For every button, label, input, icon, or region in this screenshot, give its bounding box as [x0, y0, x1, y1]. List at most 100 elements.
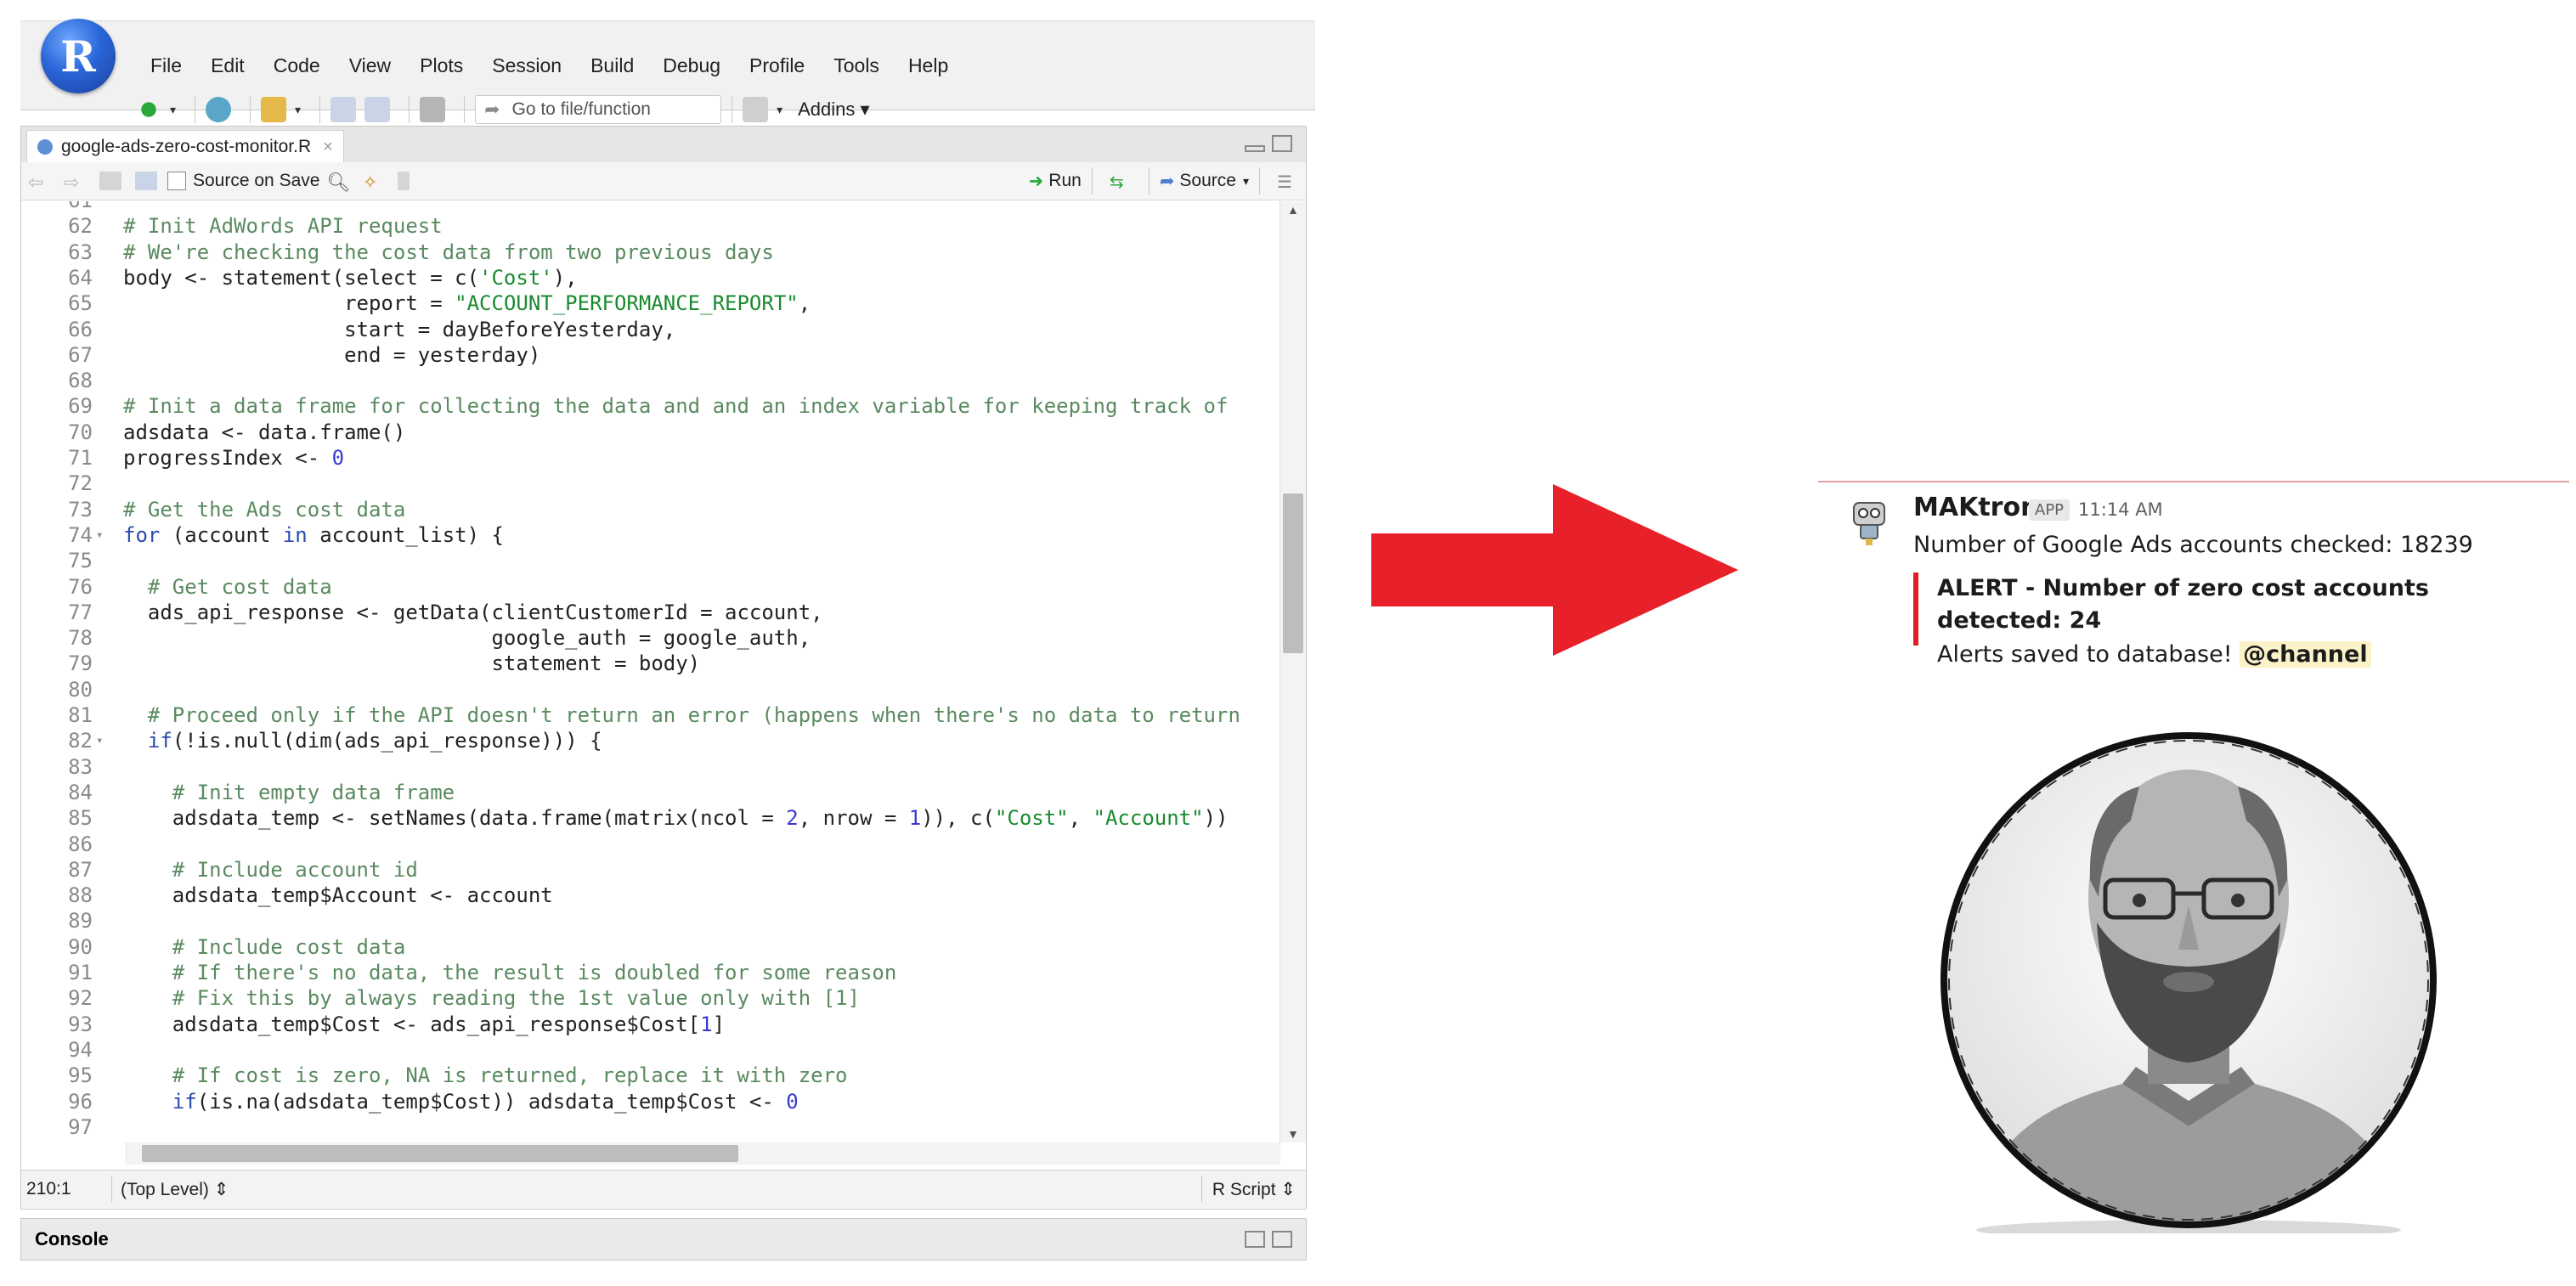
code-line[interactable]: 73 # Get the Ads cost data	[21, 497, 1280, 522]
menu-item-plots[interactable]: Plots	[420, 54, 463, 77]
code-line[interactable]: 71 progressIndex <- 0	[21, 445, 1280, 471]
scroll-down-icon[interactable]: ▼	[1287, 1127, 1299, 1141]
new-file-dropdown-icon[interactable]: ▾	[170, 103, 176, 117]
code-line[interactable]: 68	[21, 368, 1280, 393]
code-line[interactable]: 75	[21, 548, 1280, 573]
code-line[interactable]: 89	[21, 908, 1280, 933]
horizontal-scroll-thumb[interactable]	[142, 1145, 738, 1162]
code-line[interactable]: 85 adsdata_temp <- setNames(data.frame(m…	[21, 805, 1280, 831]
source-on-save-checkbox[interactable]	[167, 172, 186, 190]
code-line[interactable]: 70 adsdata <- data.frame()	[21, 420, 1280, 445]
source-on-save-toggle[interactable]: Source on Save	[164, 171, 319, 191]
save-all-icon[interactable]	[364, 97, 391, 122]
menu-item-debug[interactable]: Debug	[663, 54, 720, 77]
code-line[interactable]: 96 if(is.na(adsdata_temp$Cost)) adsdata_…	[21, 1089, 1280, 1114]
file-type-selector[interactable]: R Script ⇕	[1212, 1179, 1296, 1200]
save-icon[interactable]	[330, 97, 357, 122]
code-line[interactable]: 62 # Init AdWords API request	[21, 213, 1280, 239]
code-line[interactable]: 88 adsdata_temp$Account <- account	[21, 883, 1280, 908]
editor-save-icon[interactable]	[135, 172, 157, 190]
menu-item-edit[interactable]: Edit	[211, 54, 245, 77]
find-icon[interactable]: 🔍︎	[326, 172, 350, 193]
back-icon[interactable]: ⇦	[28, 172, 50, 193]
code-line[interactable]: 69 # Init a data frame for collecting the…	[21, 393, 1280, 419]
vertical-scrollbar[interactable]: ▲ ▼	[1280, 201, 1306, 1142]
code-line[interactable]: 95 # If cost is zero, NA is returned, re…	[21, 1063, 1280, 1088]
code-line[interactable]: 93 adsdata_temp$Cost <- ads_api_response…	[21, 1012, 1280, 1037]
console-pane-header[interactable]: Console	[20, 1218, 1307, 1261]
menu-item-code[interactable]: Code	[274, 54, 320, 77]
addins-menu[interactable]: Addins ▾	[798, 99, 869, 121]
code-editor[interactable]: 6162 # Init AdWords API request 63 # We're …	[21, 201, 1280, 1142]
code-line[interactable]: 63 # We're checking the cost data from tw…	[21, 240, 1280, 265]
pane-layout-icon[interactable]	[743, 97, 769, 122]
code-line[interactable]: 97	[21, 1114, 1280, 1140]
code-line[interactable]: 92 # Fix this by always reading the 1st …	[21, 985, 1280, 1011]
code-line[interactable]: 65 report = "ACCOUNT_PERFORMANCE_REPORT"…	[21, 290, 1280, 316]
scroll-up-icon[interactable]: ▲	[1287, 203, 1299, 217]
code-text: statement = body)	[123, 651, 701, 676]
new-file-icon[interactable]	[136, 97, 161, 122]
fold-toggle-icon[interactable]: ▾	[96, 522, 103, 548]
code-line[interactable]: 78 google_auth = google_auth,	[21, 625, 1280, 651]
robot-avatar-icon[interactable]	[1844, 496, 1895, 547]
minimize-pane-icon[interactable]	[1245, 145, 1265, 152]
menu-item-session[interactable]: Session	[492, 54, 562, 77]
source-button[interactable]: ➦ Source ▾	[1160, 171, 1249, 192]
run-arrow-icon: ➜	[1028, 171, 1044, 191]
print-icon[interactable]	[420, 97, 446, 122]
code-line[interactable]: 91 # If there's no data, the result is d…	[21, 960, 1280, 985]
compile-report-icon[interactable]	[398, 172, 410, 190]
menu-item-build[interactable]: Build	[590, 54, 634, 77]
horizontal-scrollbar[interactable]	[125, 1142, 1280, 1165]
run-button[interactable]: ➜ Run	[1029, 171, 1082, 192]
bot-name[interactable]: MAKtron	[1913, 493, 2038, 522]
code-line[interactable]: 66 start = dayBeforeYesterday,	[21, 317, 1280, 342]
code-line[interactable]: 67 end = yesterday)	[21, 342, 1280, 368]
editor-file-tab[interactable]: google-ads-zero-cost-monitor.R ×	[26, 130, 344, 163]
console-maximize-icon[interactable]	[1272, 1231, 1292, 1248]
close-tab-icon[interactable]: ×	[323, 138, 333, 157]
menu-item-file[interactable]: File	[150, 54, 182, 77]
code-line[interactable]: 72	[21, 471, 1280, 496]
scope-selector[interactable]: (Top Level) ⇕	[121, 1179, 229, 1200]
menu-item-profile[interactable]: Profile	[749, 54, 805, 77]
menu-item-view[interactable]: View	[349, 54, 391, 77]
code-line[interactable]: 84 # Init empty data frame	[21, 780, 1280, 805]
code-line[interactable]: 80	[21, 677, 1280, 702]
code-line[interactable]: 74 ▾ for (account in account_list) {	[21, 522, 1280, 548]
code-line[interactable]: 94	[21, 1037, 1280, 1063]
code-line[interactable]: 61	[21, 201, 1280, 213]
pane-layout-dropdown-icon[interactable]: ▾	[777, 103, 782, 117]
menu-item-tools[interactable]: Tools	[833, 54, 879, 77]
open-file-dropdown-icon[interactable]: ▾	[295, 103, 301, 117]
forward-icon[interactable]: ⇨	[64, 172, 86, 193]
code-line[interactable]: 64 body <- statement(select = c('Cost'),	[21, 265, 1280, 290]
code-line[interactable]: 77 ads_api_response <- getData(clientCus…	[21, 600, 1280, 625]
code-line[interactable]: 90 # Include cost data	[21, 934, 1280, 960]
rerun-icon[interactable]: ⇆	[1110, 172, 1132, 192]
message-timestamp[interactable]: 11:14 AM	[2078, 499, 2163, 520]
source-dropdown-icon[interactable]: ▾	[1243, 174, 1249, 189]
console-restore-icon[interactable]	[1245, 1231, 1265, 1248]
code-line[interactable]: 83	[21, 754, 1280, 780]
go-to-file-input[interactable]: ➦ Go to file/function	[475, 95, 722, 124]
show-in-window-icon[interactable]	[99, 172, 121, 190]
line-number: 71	[68, 446, 93, 470]
maximize-pane-icon[interactable]	[1272, 135, 1292, 152]
code-line[interactable]: 86	[21, 832, 1280, 857]
channel-mention[interactable]: @channel	[2240, 641, 2371, 668]
fold-toggle-icon[interactable]: ▾	[96, 728, 103, 753]
code-line[interactable]: 79 statement = body)	[21, 651, 1280, 676]
vertical-scroll-thumb[interactable]	[1283, 494, 1303, 653]
code-line[interactable]: 81 # Proceed only if the API doesn't ret…	[21, 702, 1280, 728]
code-tools-icon[interactable]: ✧	[362, 172, 384, 193]
menu-item-help[interactable]: Help	[908, 54, 948, 77]
open-file-icon[interactable]	[261, 97, 287, 122]
code-line[interactable]: 76 # Get cost data	[21, 574, 1280, 600]
menu-bar: File Edit Code View Plots Session Build Debug Pr…	[136, 45, 963, 86]
code-line[interactable]: 87 # Include account id	[21, 857, 1280, 883]
outline-icon[interactable]: ☰	[1277, 172, 1299, 192]
code-line[interactable]: 82 ▾ if(!is.null(dim(ads_api_response))) …	[21, 728, 1280, 753]
new-project-icon[interactable]	[206, 97, 232, 122]
